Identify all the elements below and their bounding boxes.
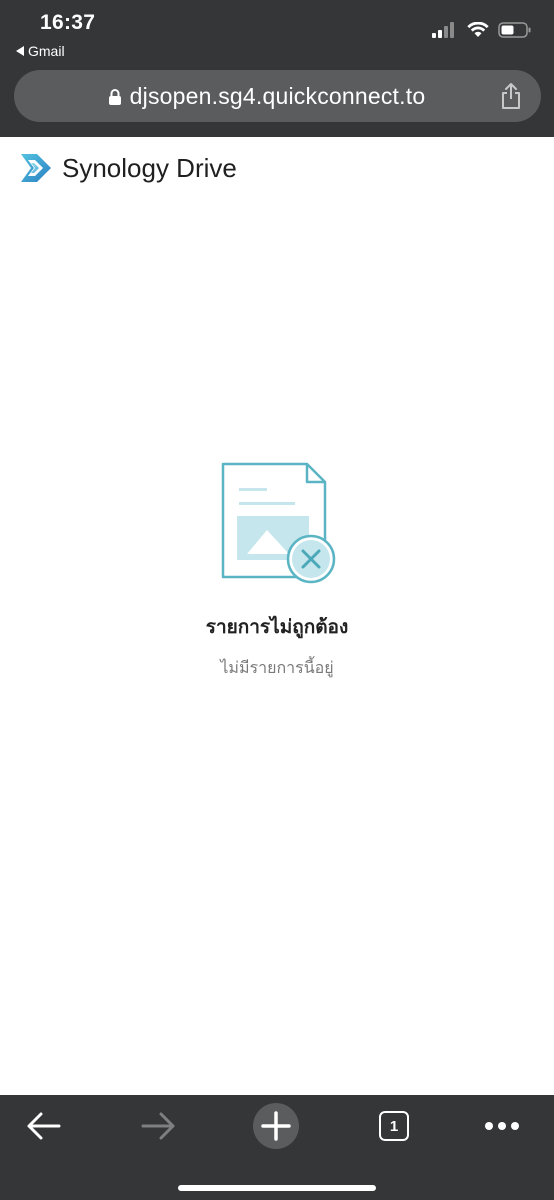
tab-switcher-button[interactable]: 1 [378, 1103, 410, 1149]
home-indicator[interactable] [178, 1185, 376, 1191]
more-dots-icon [485, 1122, 519, 1130]
status-time: 16:37 [40, 11, 96, 34]
arrow-left-icon [27, 1112, 61, 1140]
signal-icon [432, 22, 454, 38]
app-header: Synology Drive [20, 152, 237, 184]
empty-state-subtitle: ไม่มีรายการนี้อยู่ [220, 660, 334, 677]
address-bar[interactable]: djsopen.sg4.quickconnect.to [14, 70, 541, 122]
back-app-label: Gmail [28, 43, 65, 59]
plus-icon [261, 1111, 291, 1141]
share-icon[interactable] [499, 82, 523, 110]
url-text: djsopen.sg4.quickconnect.to [129, 82, 426, 109]
battery-icon [498, 22, 531, 38]
wifi-icon [467, 22, 489, 37]
back-to-app-link[interactable]: Gmail [16, 43, 65, 59]
tab-count: 1 [379, 1111, 409, 1141]
invalid-file-icon [221, 462, 336, 584]
back-triangle-icon [16, 46, 24, 56]
app-title: Synology Drive [62, 152, 237, 183]
status-icons [432, 22, 532, 38]
new-tab-button[interactable] [253, 1103, 299, 1149]
back-button[interactable] [22, 1103, 64, 1149]
more-menu-button[interactable] [482, 1103, 522, 1149]
arrow-right-icon [141, 1112, 175, 1140]
empty-state: รายการไม่ถูกต้อง ไม่มีรายการนี้อยู่ [0, 462, 554, 681]
lock-icon [108, 89, 121, 105]
forward-button[interactable] [138, 1103, 180, 1149]
browser-top-chrome: 16:37 Gmail djsopen.sg4.quickconnect.to [0, 0, 554, 137]
synology-drive-logo-icon [21, 154, 51, 182]
empty-state-title: รายการไม่ถูกต้อง [205, 617, 349, 638]
